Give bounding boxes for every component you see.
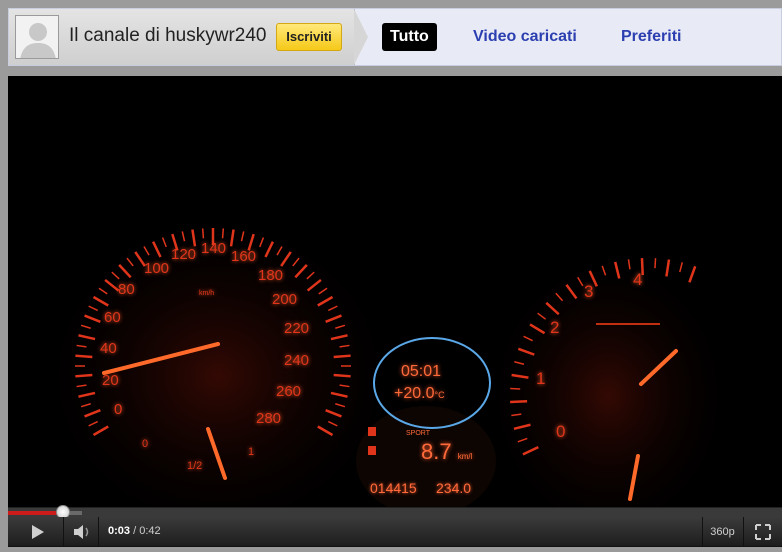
speedometer-tick-label: 180: [258, 267, 284, 284]
channel-bar: Il canale di huskywr240 Iscriviti Tutto …: [8, 8, 782, 66]
speedometer-tick-label: 200: [272, 291, 298, 308]
tab-uploaded-videos[interactable]: Video caricati: [465, 23, 585, 51]
speedometer-tick-label: 100: [144, 260, 170, 277]
temperature-unit: °C: [434, 390, 445, 400]
speedometer-tick-label: 40: [100, 340, 117, 357]
odometer-readout: 014415: [370, 480, 417, 496]
gauge-tick: [510, 400, 528, 404]
tab-favorites[interactable]: Preferiti: [613, 23, 689, 51]
tachometer-tick-label: 0: [556, 422, 566, 441]
tachometer-tick-label: 4: [633, 270, 643, 289]
default-user-avatar-icon[interactable]: [15, 15, 59, 59]
speedometer-tick-label: 120: [171, 246, 197, 263]
page: Il canale di huskywr240 Iscriviti Tutto …: [0, 0, 782, 549]
gauge-tick: [654, 258, 657, 269]
gauge-tick: [333, 373, 351, 378]
speedometer-tick-label: 220: [284, 320, 310, 337]
warning-light-icon: [368, 427, 376, 436]
current-time: 0:03: [108, 525, 131, 537]
fullscreen-button[interactable]: [743, 517, 781, 547]
speedometer-unit: km/h: [199, 290, 215, 297]
time-display: 0:03 / 0:42: [108, 525, 161, 537]
quality-button[interactable]: 360p: [702, 517, 742, 547]
gauge-tick: [333, 354, 351, 359]
consumption-readout: 8.7 km/l: [421, 439, 472, 465]
fuel-tick-label: 0: [142, 438, 149, 450]
gauge-tick: [201, 228, 205, 239]
subscribe-button[interactable]: Iscriviti: [276, 23, 342, 51]
progress-played: [8, 511, 63, 515]
play-icon: [32, 525, 44, 539]
consumption-unit: km/l: [457, 452, 473, 461]
volume-button[interactable]: [65, 517, 99, 547]
volume-icon: [74, 525, 89, 539]
gauge-tick: [75, 354, 93, 359]
gauge-tick: [221, 228, 225, 239]
speedometer-tick-label: 240: [284, 352, 310, 369]
temperature-readout: +20.0°C: [394, 385, 445, 403]
channel-name[interactable]: Il canale di huskywr240: [69, 25, 267, 47]
gauge-tick: [75, 373, 93, 378]
tachometer-tick-label: 2: [550, 318, 560, 337]
play-button[interactable]: [8, 517, 64, 547]
duration: 0:42: [139, 525, 161, 537]
speedometer-tick-label: 280: [256, 410, 282, 427]
video-frame[interactable]: 0 20 40 60 80 100 120 140 160 180 200 22…: [8, 76, 782, 507]
fuel-pump-icon: [368, 446, 376, 455]
channel-info: Il canale di huskywr240 Iscriviti: [9, 9, 355, 65]
channel-block-arrow: [354, 9, 368, 65]
consumption-value: 8.7: [421, 439, 452, 464]
fuel-tick-label: 1: [248, 446, 255, 458]
clock-readout: 05:01: [401, 363, 442, 380]
gauge-tick: [510, 387, 521, 390]
player-control-bar: 0:03 / 0:42 360p: [8, 517, 782, 547]
tachometer-redline-mark: [596, 323, 660, 325]
fuel-tick-label: 1/2: [187, 460, 203, 472]
tab-all[interactable]: Tutto: [382, 23, 437, 51]
drive-mode-label: SPORT: [406, 430, 430, 437]
tachometer-tick-label: 1: [536, 369, 546, 388]
tachometer-tick-label: 3: [584, 282, 594, 301]
fullscreen-icon: [755, 524, 771, 540]
speedometer-tick-label: 0: [114, 401, 123, 418]
progress-bar[interactable]: [8, 505, 782, 519]
speedometer-tick-label: 20: [102, 372, 119, 389]
speedometer-tick-label: 160: [231, 248, 257, 265]
speedometer-tick-label: 60: [104, 309, 121, 326]
speedometer-tick-label: 260: [276, 383, 302, 400]
gauge-tick: [688, 265, 697, 283]
speedometer-tick-label: 140: [201, 240, 227, 257]
gauge-tick: [679, 262, 683, 273]
trip-readout: 234.0: [436, 480, 472, 496]
speedometer-tick-label: 80: [118, 281, 135, 298]
time-separator: /: [130, 525, 140, 537]
temperature-value: +20.0: [394, 385, 435, 402]
